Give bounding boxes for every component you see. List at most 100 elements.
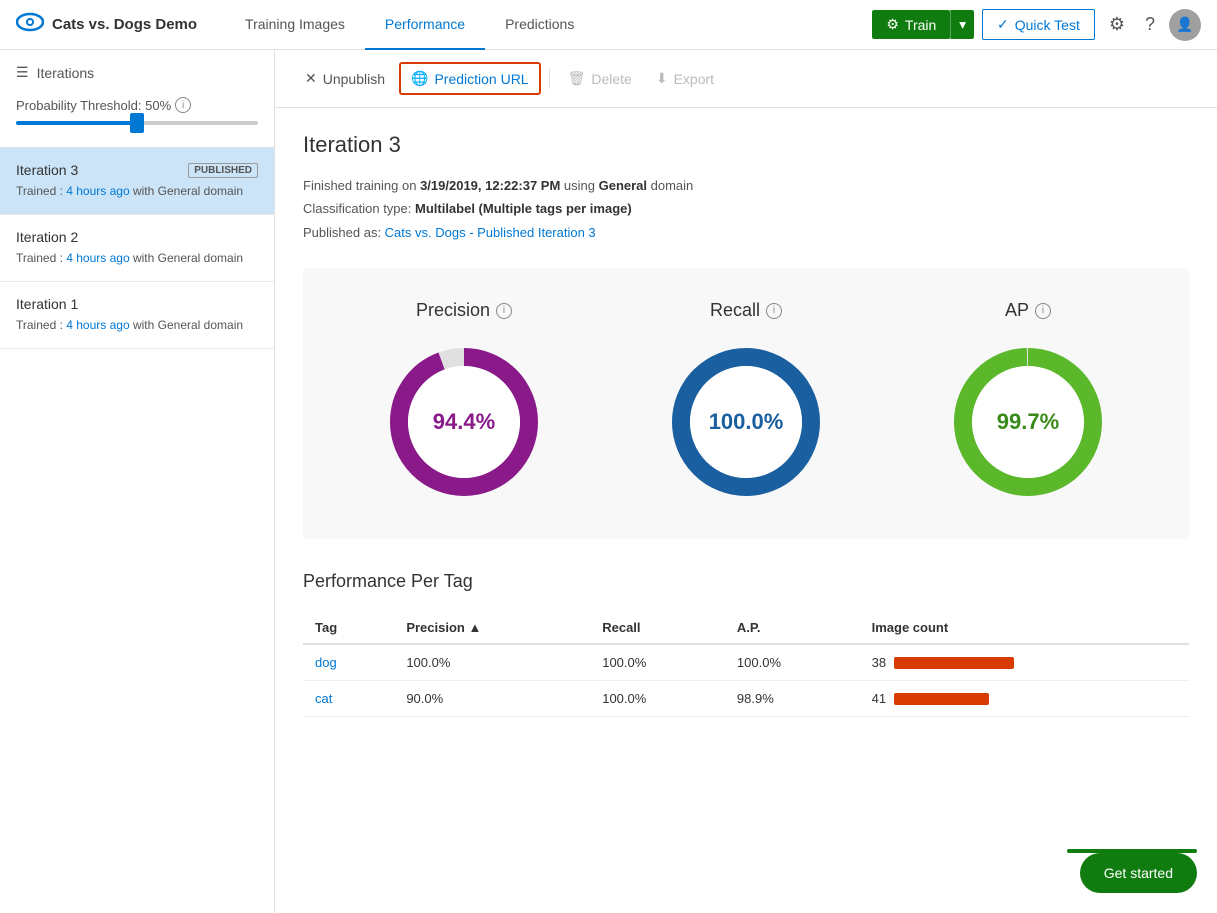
iteration-item-2[interactable]: Iteration 2 Trained : 4 hours ago with G… xyxy=(0,215,274,282)
probability-info-icon[interactable]: i xyxy=(175,97,191,113)
get-started-button[interactable]: Get started xyxy=(1080,853,1197,893)
export-button[interactable]: ⬇ Export xyxy=(646,64,724,93)
header-actions: ⚙ Train ▾ ✓ Quick Test ⚙ ? 👤 xyxy=(872,8,1201,41)
ap-donut: 99.7% xyxy=(943,337,1113,507)
train-button[interactable]: ⚙ Train xyxy=(872,10,950,39)
nav-tabs: Training Images Performance Predictions xyxy=(225,0,594,50)
train-dropdown-button[interactable]: ▾ xyxy=(950,10,974,39)
checkmark-icon: ✓ xyxy=(997,16,1009,33)
precision-card: Precision i 94.4% xyxy=(379,300,549,507)
dog-image-count-cell: 38 xyxy=(860,644,1189,681)
meta-line-3: Published as: Cats vs. Dogs - Published … xyxy=(303,221,1189,244)
delete-button[interactable]: 🗑 Delete xyxy=(558,64,642,93)
recall-label: Recall i xyxy=(710,300,782,321)
meta-line-1: Finished training on 3/19/2019, 12:22:37… xyxy=(303,174,1189,197)
iteration-3-header: Iteration 3 PUBLISHED xyxy=(16,162,258,178)
iteration-3-name: Iteration 3 xyxy=(16,162,78,178)
ap-info-icon[interactable]: i xyxy=(1035,303,1051,319)
meta-line-2: Classification type: Multilabel (Multipl… xyxy=(303,197,1189,220)
col-tag: Tag xyxy=(303,612,394,644)
x-icon: ✕ xyxy=(305,70,317,87)
col-recall: Recall xyxy=(590,612,725,644)
cat-recall-cell: 100.0% xyxy=(590,681,725,717)
metrics-section: Precision i 94.4% xyxy=(303,268,1189,539)
cat-image-count-cell: 41 xyxy=(860,681,1189,717)
col-ap: A.P. xyxy=(725,612,860,644)
precision-donut: 94.4% xyxy=(379,337,549,507)
tab-training-images[interactable]: Training Images xyxy=(225,0,365,50)
cat-bar xyxy=(894,693,989,705)
app-logo: Cats vs. Dogs Demo xyxy=(16,8,197,42)
help-icon[interactable]: ? xyxy=(1139,8,1161,41)
recall-value: 100.0% xyxy=(709,409,784,435)
iteration-1-header: Iteration 1 xyxy=(16,296,258,312)
col-image-count: Image count xyxy=(860,612,1189,644)
sidebar-title: Iterations xyxy=(37,65,95,81)
gear-icon: ⚙ xyxy=(886,16,899,33)
dog-tag-link[interactable]: dog xyxy=(315,655,337,670)
cat-ap-cell: 98.9% xyxy=(725,681,860,717)
tab-predictions[interactable]: Predictions xyxy=(485,0,594,50)
cat-bar-cell: 41 xyxy=(872,691,1177,706)
iteration-3-time-link[interactable]: 4 hours ago xyxy=(66,184,129,198)
cat-tag-link[interactable]: cat xyxy=(315,691,332,706)
trash-icon: 🗑 xyxy=(568,70,586,87)
iteration-1-info: Trained : 4 hours ago with General domai… xyxy=(16,316,258,334)
tab-performance[interactable]: Performance xyxy=(365,0,485,50)
ap-value: 99.7% xyxy=(997,409,1059,435)
dog-ap-cell: 100.0% xyxy=(725,644,860,681)
table-row: cat 90.0% 100.0% 98.9% 41 xyxy=(303,681,1189,717)
performance-per-tag-title: Performance Per Tag xyxy=(303,571,1189,592)
prediction-url-button[interactable]: 🌐 Prediction URL xyxy=(399,62,541,95)
get-started-container: Get started xyxy=(1080,853,1197,893)
iteration-item-1[interactable]: Iteration 1 Trained : 4 hours ago with G… xyxy=(0,282,274,349)
iteration-2-header: Iteration 2 xyxy=(16,229,258,245)
toolbar: ✕ Unpublish 🌐 Prediction URL 🗑 Delete ⬇ … xyxy=(275,50,1217,108)
slider-fill xyxy=(16,121,137,125)
iteration-2-name: Iteration 2 xyxy=(16,229,78,245)
ap-card: AP i 99.7% xyxy=(943,300,1113,507)
dog-tag-cell: dog xyxy=(303,644,394,681)
performance-per-tag-section: Performance Per Tag Tag Precision ▲ Reca… xyxy=(303,571,1189,717)
cat-precision-cell: 90.0% xyxy=(394,681,590,717)
col-precision[interactable]: Precision ▲ xyxy=(394,612,590,644)
iteration-item-3[interactable]: Iteration 3 PUBLISHED Trained : 4 hours … xyxy=(0,148,274,215)
precision-label: Precision i xyxy=(416,300,512,321)
dog-precision-cell: 100.0% xyxy=(394,644,590,681)
iteration-2-time-link[interactable]: 4 hours ago xyxy=(66,251,129,265)
probability-section: Probability Threshold: 50% i xyxy=(0,91,274,148)
recall-card: Recall i 100.0% xyxy=(661,300,831,507)
precision-info-icon[interactable]: i xyxy=(496,303,512,319)
slider-thumb[interactable] xyxy=(130,113,144,133)
cat-tag-cell: cat xyxy=(303,681,394,717)
chevron-down-icon: ▾ xyxy=(959,17,966,32)
layout: ☰ Iterations Probability Threshold: 50% … xyxy=(0,50,1217,913)
precision-value: 94.4% xyxy=(433,409,495,435)
app-title: Cats vs. Dogs Demo xyxy=(52,16,197,33)
iterations-icon: ☰ xyxy=(16,64,29,81)
table-header-row: Tag Precision ▲ Recall A.P. Image count xyxy=(303,612,1189,644)
iteration-list: Iteration 3 PUBLISHED Trained : 4 hours … xyxy=(0,148,274,913)
unpublish-button[interactable]: ✕ Unpublish xyxy=(295,64,395,93)
iteration-1-name: Iteration 1 xyxy=(16,296,78,312)
iteration-meta: Finished training on 3/19/2019, 12:22:37… xyxy=(303,174,1189,244)
iteration-3-info: Trained : 4 hours ago with General domai… xyxy=(16,182,258,200)
performance-table: Tag Precision ▲ Recall A.P. Image count xyxy=(303,612,1189,717)
dog-bar xyxy=(894,657,1014,669)
avatar[interactable]: 👤 xyxy=(1169,9,1201,41)
export-icon: ⬇ xyxy=(656,70,668,87)
header: Cats vs. Dogs Demo Training Images Perfo… xyxy=(0,0,1217,50)
ap-label: AP i xyxy=(1005,300,1051,321)
published-name-link[interactable]: Cats vs. Dogs - Published Iteration 3 xyxy=(385,225,596,240)
quick-test-button[interactable]: ✓ Quick Test xyxy=(982,9,1095,40)
iteration-3-published-badge: PUBLISHED xyxy=(188,163,258,178)
sidebar-header: ☰ Iterations xyxy=(0,50,274,91)
iteration-1-time-link[interactable]: 4 hours ago xyxy=(66,318,129,332)
sidebar: ☰ Iterations Probability Threshold: 50% … xyxy=(0,50,275,913)
probability-label: Probability Threshold: 50% i xyxy=(16,97,258,113)
settings-icon[interactable]: ⚙ xyxy=(1103,8,1131,41)
content-area: Iteration 3 Finished training on 3/19/20… xyxy=(275,108,1217,741)
probability-slider[interactable] xyxy=(16,121,258,125)
sort-icon: ▲ xyxy=(468,620,481,635)
recall-info-icon[interactable]: i xyxy=(766,303,782,319)
